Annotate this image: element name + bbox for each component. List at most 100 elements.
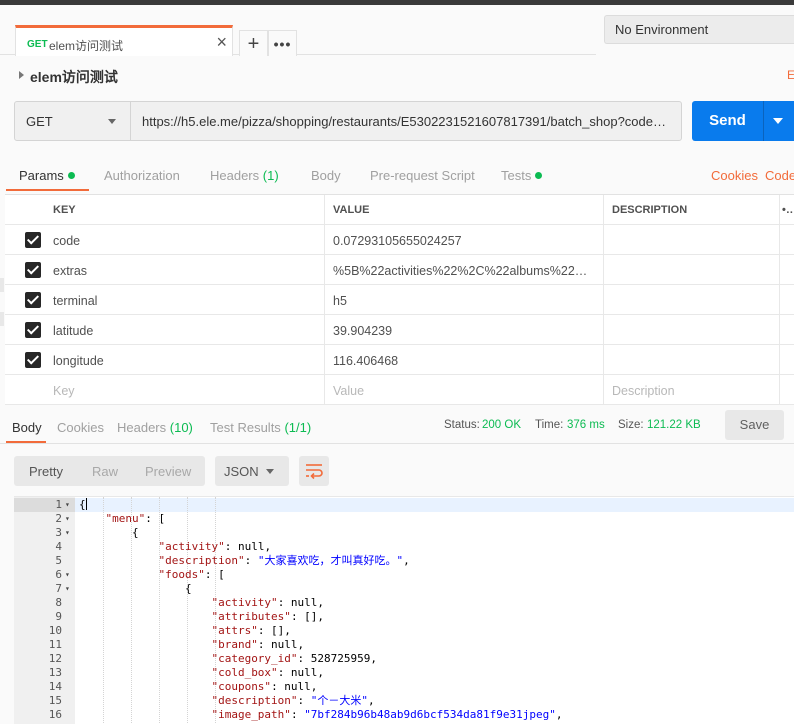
param-key[interactable]: terminal bbox=[45, 285, 325, 315]
param-value[interactable]: %5B%22activities%22%2C%22albums%22%2... bbox=[325, 255, 604, 285]
more-icon[interactable]: ••• bbox=[780, 195, 794, 225]
param-key[interactable]: latitude bbox=[45, 315, 325, 345]
code-line: 13 "cold_box": null, bbox=[14, 666, 794, 680]
environment-select[interactable]: No Environment bbox=[604, 15, 794, 44]
param-description[interactable] bbox=[604, 255, 780, 285]
line-number: 7 bbox=[55, 582, 62, 595]
wrap-lines-icon bbox=[306, 464, 323, 480]
fold-toggle-icon[interactable]: ▾ bbox=[65, 582, 70, 596]
new-description-input[interactable]: Description bbox=[604, 375, 780, 405]
active-tab-indicator bbox=[6, 189, 89, 191]
line-number: 6 bbox=[55, 568, 62, 581]
close-icon[interactable]: × bbox=[216, 33, 227, 51]
code-line: 5 "description": "大家喜欢吃，才叫真好吃。", bbox=[14, 554, 794, 568]
save-response-button[interactable]: Save bbox=[725, 410, 784, 440]
code-link[interactable]: Code bbox=[765, 168, 794, 183]
checkbox[interactable] bbox=[25, 322, 41, 338]
line-number: 10 bbox=[48, 624, 62, 637]
tab-params[interactable]: Params bbox=[19, 168, 75, 183]
code-text: { bbox=[79, 582, 192, 595]
caret-right-icon[interactable] bbox=[19, 71, 24, 79]
column-header-description: DESCRIPTION bbox=[604, 195, 780, 225]
fold-toggle-icon[interactable]: ▾ bbox=[65, 512, 70, 526]
tab-headers[interactable]: Headers (1) bbox=[210, 168, 279, 183]
tab-params-label: Params bbox=[19, 168, 64, 183]
chevron-down-icon bbox=[266, 469, 274, 474]
line-number: 8 bbox=[55, 596, 62, 609]
column-header-key: KEY bbox=[45, 195, 325, 225]
checkbox[interactable] bbox=[25, 352, 41, 368]
param-key[interactable]: longitude bbox=[45, 345, 325, 375]
response-body-editor[interactable]: 1 ▾{2 ▾ "menu": [3 ▾ {4 "activity": null, 5 … bbox=[14, 496, 794, 724]
new-value-input[interactable]: Value bbox=[325, 375, 604, 405]
checkbox[interactable] bbox=[25, 262, 41, 278]
code-text: "category_id": 528725959, bbox=[211, 652, 378, 665]
param-description[interactable] bbox=[604, 315, 780, 345]
view-raw[interactable]: Raw bbox=[92, 464, 118, 479]
tab-prerequest-script[interactable]: Pre-request Script bbox=[370, 168, 475, 183]
fold-toggle-icon[interactable]: ▾ bbox=[65, 526, 70, 540]
request-name[interactable]: elem访问测试 bbox=[30, 67, 118, 87]
tab-test-results[interactable]: Test Results (1/1) bbox=[210, 420, 311, 435]
param-value[interactable]: h5 bbox=[325, 285, 604, 315]
code-text: "cold_box": null, bbox=[211, 666, 325, 679]
checkbox[interactable] bbox=[25, 232, 41, 248]
tab-body[interactable]: Body bbox=[311, 168, 341, 183]
tab-authorization[interactable]: Authorization bbox=[104, 168, 180, 183]
code-text: "coupons": null, bbox=[211, 680, 318, 693]
code-text: "description": "个－大米", bbox=[211, 694, 375, 707]
request-tabs: Params Authorization Headers (1) Body Pr… bbox=[0, 158, 794, 192]
response-tabs: Body Cookies Headers (10) Test Results (… bbox=[0, 408, 794, 444]
chevron-down-icon bbox=[108, 119, 116, 124]
code-text: "brand": null, bbox=[211, 638, 305, 651]
wrap-lines-button[interactable] bbox=[299, 456, 329, 486]
view-preview[interactable]: Preview bbox=[145, 464, 191, 479]
new-tab-button[interactable]: + bbox=[239, 30, 268, 58]
time-value[interactable]: 376 ms bbox=[567, 419, 605, 431]
code-text: "activity": null, bbox=[211, 596, 325, 609]
tab-headers-label: Headers bbox=[210, 168, 260, 183]
code-text: { bbox=[79, 498, 87, 511]
line-number: 3 bbox=[55, 526, 62, 539]
request-tab-bar: GET elem访问测试 × + ••• bbox=[0, 5, 596, 61]
tab-method-badge: GET bbox=[27, 39, 48, 50]
more-icon[interactable]: ••• bbox=[268, 30, 297, 58]
line-number: 1 bbox=[55, 498, 62, 511]
new-key-input[interactable]: Key bbox=[45, 375, 325, 405]
header-check-cell bbox=[5, 195, 45, 225]
send-options-button[interactable] bbox=[763, 101, 794, 141]
param-key[interactable]: extras bbox=[45, 255, 325, 285]
tab-response-body[interactable]: Body bbox=[12, 420, 42, 435]
line-number: 11 bbox=[48, 638, 62, 651]
code-text: "menu": [ bbox=[105, 512, 166, 525]
tab-response-headers[interactable]: Headers (10) bbox=[117, 420, 193, 435]
param-description[interactable] bbox=[604, 345, 780, 375]
code-line: 11 "brand": null, bbox=[14, 638, 794, 652]
view-pretty[interactable]: Pretty bbox=[29, 464, 63, 479]
status-value[interactable]: 200 OK bbox=[482, 419, 521, 431]
cookies-link[interactable]: Cookies bbox=[711, 168, 758, 183]
code-line: 15 "description": "个－大米", bbox=[14, 694, 794, 708]
param-description[interactable] bbox=[604, 285, 780, 315]
line-number: 4 bbox=[55, 540, 62, 553]
size-label: Size: bbox=[618, 419, 644, 431]
checkbox[interactable] bbox=[25, 292, 41, 308]
send-button[interactable]: Send bbox=[692, 101, 763, 141]
fold-toggle-icon[interactable]: ▾ bbox=[65, 498, 70, 512]
param-key[interactable]: code bbox=[45, 225, 325, 255]
tab-response-cookies[interactable]: Cookies bbox=[57, 420, 104, 435]
request-name-row: elem访问测试 E bbox=[0, 56, 794, 94]
url-input[interactable]: https://h5.ele.me/pizza/shopping/restaur… bbox=[130, 101, 682, 141]
param-value[interactable]: 39.904239 bbox=[325, 315, 604, 345]
tab-tests[interactable]: Tests bbox=[501, 168, 543, 183]
request-edge-label[interactable]: E bbox=[787, 68, 794, 82]
param-value[interactable]: 0.07293105655024257 bbox=[325, 225, 604, 255]
param-description[interactable] bbox=[604, 225, 780, 255]
line-number: 5 bbox=[55, 554, 62, 567]
fold-toggle-icon[interactable]: ▾ bbox=[65, 568, 70, 582]
params-table-header: KEY VALUE DESCRIPTION ••• bbox=[5, 195, 794, 225]
size-value[interactable]: 121.22 KB bbox=[647, 419, 701, 431]
format-select[interactable]: JSON bbox=[215, 456, 289, 486]
code-text: { bbox=[79, 526, 139, 539]
param-value[interactable]: 116.406468 bbox=[325, 345, 604, 375]
